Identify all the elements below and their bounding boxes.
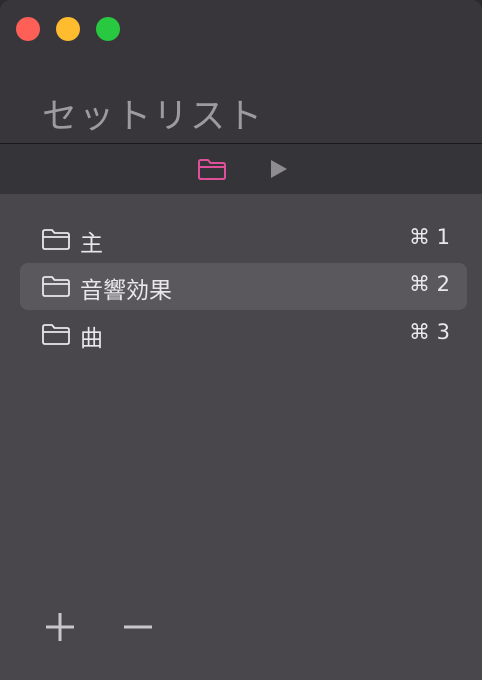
setlist-window: セットリスト 主 ⌘ 1 音響効果 ⌘ 2 曲 ⌘ 3 <box>0 0 482 680</box>
list-item-shortcut: ⌘ 3 <box>408 320 450 344</box>
list-item-label: 曲 <box>80 326 103 352</box>
folder-tab-button[interactable] <box>197 155 227 183</box>
list-item-label: 主 <box>80 231 103 257</box>
plus-icon <box>46 613 74 641</box>
toolbar <box>0 144 482 194</box>
list-item-shortcut: ⌘ 1 <box>408 225 450 249</box>
title-bar: セットリスト <box>0 0 482 144</box>
add-button[interactable] <box>42 611 78 643</box>
play-icon <box>271 160 287 178</box>
play-tab-button[interactable] <box>263 155 293 183</box>
list-item-label: 音響効果 <box>80 278 172 304</box>
window-title: セットリスト <box>42 97 265 137</box>
remove-button[interactable] <box>120 611 156 643</box>
folder-icon <box>198 159 226 180</box>
minus-icon <box>124 625 152 629</box>
list-item[interactable]: 音響効果 ⌘ 2 <box>20 263 467 310</box>
folder-icon <box>42 276 70 297</box>
zoom-button[interactable] <box>96 17 120 41</box>
list-item[interactable]: 曲 ⌘ 3 <box>20 311 467 358</box>
folder-icon <box>42 229 70 250</box>
list-item-shortcut: ⌘ 2 <box>408 272 450 296</box>
folder-icon <box>42 324 70 345</box>
close-button[interactable] <box>16 17 40 41</box>
list-item[interactable]: 主 ⌘ 1 <box>20 216 467 263</box>
minimize-button[interactable] <box>56 17 80 41</box>
